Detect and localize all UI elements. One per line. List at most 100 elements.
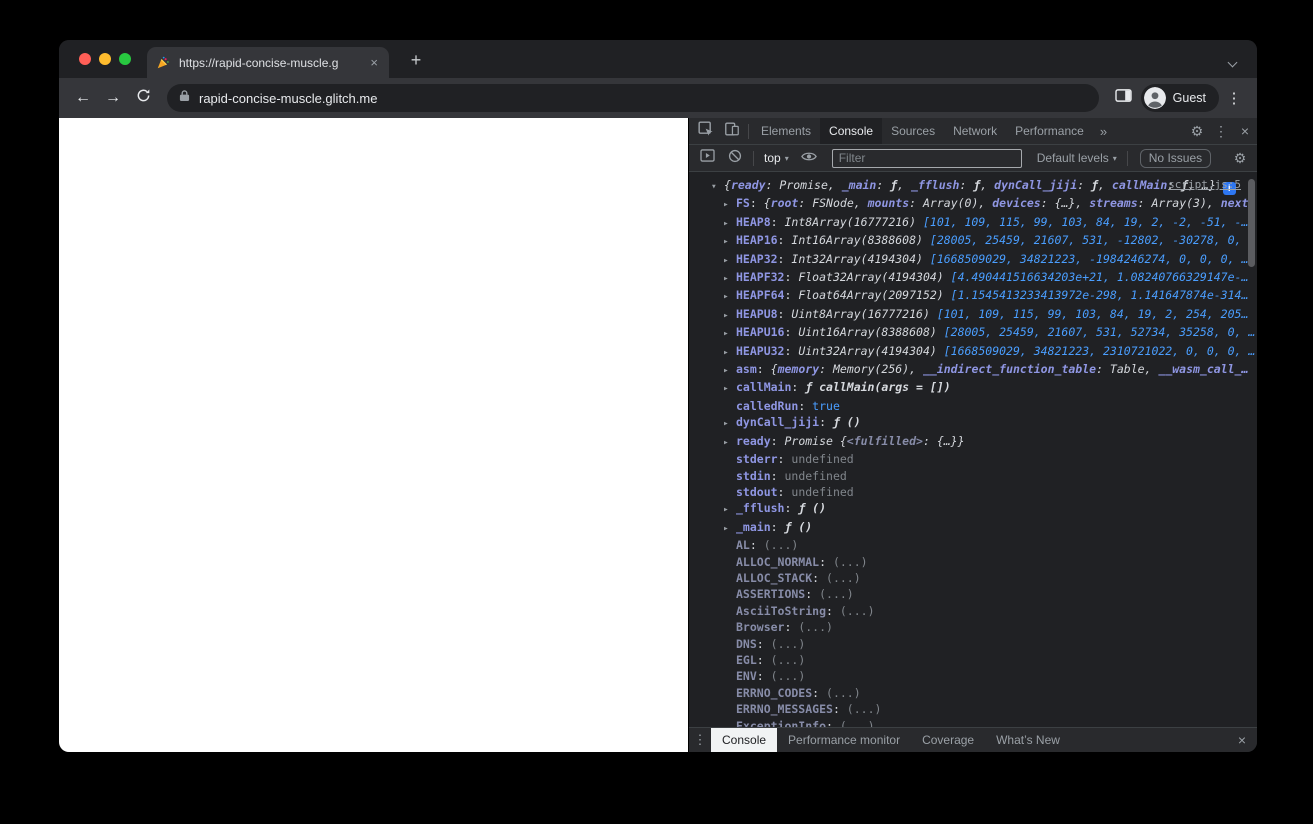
window-content: ElementsConsoleSourcesNetworkPerformance… xyxy=(59,118,1257,752)
minimize-window-button[interactable] xyxy=(99,53,111,65)
drawer-tab-what-s-new[interactable]: What’s New xyxy=(985,728,1071,752)
console-token: : FSNode, xyxy=(798,196,867,210)
expand-arrow-icon[interactable]: ▸ xyxy=(723,381,736,397)
console-property-row[interactable]: ▸ready: Promise {<fulfilled>: {…}} xyxy=(689,433,1257,451)
console-token: , xyxy=(1098,178,1112,192)
expand-arrow-icon[interactable]: ▸ xyxy=(723,345,736,361)
collapse-arrow-icon[interactable]: ▾ xyxy=(711,179,724,195)
browser-menu-icon[interactable]: ⋮ xyxy=(1221,89,1247,107)
javascript-context-dropdown[interactable]: top ▾ xyxy=(759,151,794,165)
tab-close-icon[interactable]: × xyxy=(368,54,380,71)
console-property-row[interactable]: ▸HEAP16: Int16Array(8388608) [28005, 254… xyxy=(689,232,1257,250)
devtools-close-icon[interactable]: × xyxy=(1233,118,1257,144)
log-levels-dropdown[interactable]: Default levels ▾ xyxy=(1032,151,1122,165)
drawer-tab-performance-monitor[interactable]: Performance monitor xyxy=(777,728,911,752)
console-property-row[interactable]: ▸HEAPU8: Uint8Array(16777216) [101, 109,… xyxy=(689,306,1257,324)
console-token[interactable]: (...) xyxy=(819,587,854,601)
console-property-row[interactable]: ▸HEAPF64: Float64Array(2097152) [1.15454… xyxy=(689,287,1257,305)
console-token[interactable]: (...) xyxy=(771,653,806,667)
tab-search-chevron-icon[interactable] xyxy=(1227,53,1241,65)
expand-arrow-icon[interactable]: ▸ xyxy=(723,326,736,342)
console-token: : xyxy=(1077,178,1091,192)
maximize-window-button[interactable] xyxy=(119,53,131,65)
console-token: : xyxy=(750,196,764,210)
devtools-tab-console[interactable]: Console xyxy=(820,118,882,144)
live-expression-button[interactable] xyxy=(796,145,822,171)
close-window-button[interactable] xyxy=(79,53,91,65)
browser-window: https://rapid-concise-muscle.g × + ← → r… xyxy=(59,40,1257,752)
device-toolbar-button[interactable] xyxy=(719,118,745,144)
console-token[interactable]: (...) xyxy=(826,571,861,585)
console-token: : xyxy=(771,520,785,534)
devtools-tab-performance[interactable]: Performance xyxy=(1006,118,1093,144)
forward-button[interactable]: → xyxy=(99,84,127,112)
console-token[interactable]: (...) xyxy=(847,702,882,716)
console-sidebar-toggle-button[interactable] xyxy=(694,145,720,171)
new-tab-button[interactable]: + xyxy=(404,48,428,72)
drawer-close-icon[interactable]: × xyxy=(1227,732,1257,748)
expand-arrow-icon[interactable]: ▸ xyxy=(723,435,736,451)
inspect-element-button[interactable] xyxy=(693,118,719,144)
page-viewport[interactable] xyxy=(59,118,688,752)
profile-button[interactable]: Guest xyxy=(1141,84,1219,112)
source-link[interactable]: script.js:5 xyxy=(1168,178,1241,191)
console-property-row[interactable]: ▸HEAP8: Int8Array(16777216) [101, 109, 1… xyxy=(689,214,1257,232)
expand-arrow-icon[interactable]: ▸ xyxy=(723,197,736,213)
expand-arrow-icon[interactable]: ▸ xyxy=(723,363,736,379)
browser-tab[interactable]: https://rapid-concise-muscle.g × xyxy=(147,47,389,78)
console-token: ƒ () xyxy=(833,415,861,429)
console-token[interactable]: (...) xyxy=(833,555,868,569)
console-token: callMain xyxy=(736,380,791,394)
console-token[interactable]: (...) xyxy=(840,719,875,727)
expand-arrow-icon[interactable]: ▸ xyxy=(723,502,736,518)
console-property-row[interactable]: ▸asm: {memory: Memory(256), __indirect_f… xyxy=(689,361,1257,379)
expand-arrow-icon[interactable]: ▸ xyxy=(723,308,736,324)
drawer-tab-coverage[interactable]: Coverage xyxy=(911,728,985,752)
issues-counter[interactable]: No Issues xyxy=(1140,149,1211,168)
console-property-row[interactable]: ▸HEAPU16: Uint16Array(8388608) [28005, 2… xyxy=(689,324,1257,342)
console-property-row[interactable]: ▸_fflush: ƒ () xyxy=(689,500,1257,518)
console-token[interactable]: (...) xyxy=(826,686,861,700)
more-tabs-icon[interactable]: » xyxy=(1093,124,1114,139)
devtools-tab-elements[interactable]: Elements xyxy=(752,118,820,144)
side-panel-button[interactable] xyxy=(1109,84,1139,112)
expand-arrow-icon[interactable]: ▸ xyxy=(723,234,736,250)
drawer-menu-icon[interactable]: ⋮ xyxy=(689,732,711,748)
console-filter-input[interactable] xyxy=(832,149,1022,168)
devtools-tab-network[interactable]: Network xyxy=(944,118,1006,144)
reload-button[interactable] xyxy=(129,84,157,112)
expand-arrow-icon[interactable]: ▸ xyxy=(723,416,736,432)
back-button[interactable]: ← xyxy=(69,84,97,112)
devtools-menu-icon[interactable]: ⋮ xyxy=(1209,118,1233,144)
expand-arrow-icon[interactable]: ▸ xyxy=(723,253,736,269)
console-property-row[interactable]: ▸HEAP32: Int32Array(4194304) [1668509029… xyxy=(689,251,1257,269)
console-sidebar-icon xyxy=(700,149,715,167)
console-property-row[interactable]: ▸FS: {root: FSNode, mounts: Array(0), de… xyxy=(689,195,1257,213)
console-property-row[interactable]: ▸HEAPU32: Uint32Array(4194304) [16685090… xyxy=(689,343,1257,361)
console-property-row[interactable]: ▸callMain: ƒ callMain(args = []) xyxy=(689,379,1257,397)
console-property-row[interactable]: ▸dynCall_jiji: ƒ () xyxy=(689,414,1257,432)
console-token: ExceptionInfo xyxy=(736,719,826,727)
expand-arrow-icon[interactable]: ▸ xyxy=(723,216,736,232)
console-token[interactable]: (...) xyxy=(764,538,799,552)
console-property-row[interactable]: ▸HEAPF32: Float32Array(4194304) [4.49044… xyxy=(689,269,1257,287)
console-token[interactable]: (...) xyxy=(771,669,806,683)
console-token: [1.1545413233413972e-298, 1.141647874e-3… xyxy=(951,288,1249,302)
console-settings-gear-icon[interactable]: ⚙ xyxy=(1228,145,1252,171)
expand-arrow-icon[interactable]: ▸ xyxy=(723,521,736,537)
drawer-tab-console[interactable]: Console xyxy=(711,728,777,752)
console-property-row[interactable]: ▸_main: ƒ () xyxy=(689,519,1257,537)
clear-console-button[interactable] xyxy=(722,145,748,171)
devtools-settings-gear-icon[interactable]: ⚙ xyxy=(1185,118,1209,144)
console-token: : xyxy=(812,686,826,700)
console-token: : xyxy=(819,415,833,429)
console-token: , xyxy=(897,178,911,192)
expand-arrow-icon[interactable]: ▸ xyxy=(723,289,736,305)
address-bar[interactable]: rapid-concise-muscle.glitch.me xyxy=(167,84,1099,112)
console-token[interactable]: (...) xyxy=(771,637,806,651)
console-token[interactable]: (...) xyxy=(840,604,875,618)
devtools-tab-sources[interactable]: Sources xyxy=(882,118,944,144)
console-token[interactable]: (...) xyxy=(798,620,833,634)
expand-arrow-icon[interactable]: ▸ xyxy=(723,271,736,287)
console-scrollbar-thumb[interactable] xyxy=(1248,179,1255,267)
